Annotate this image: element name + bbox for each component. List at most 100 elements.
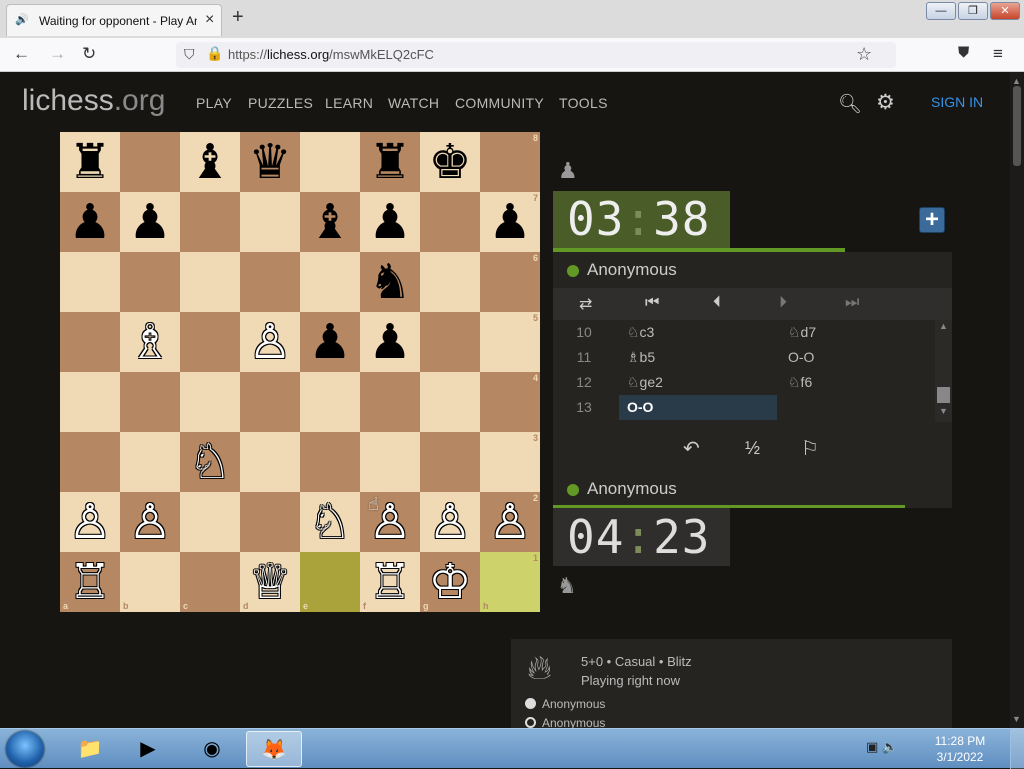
square-h3[interactable]: 3 <box>480 432 540 492</box>
square-f3[interactable] <box>360 432 420 492</box>
menu-play[interactable]: PLAY <box>196 95 232 111</box>
white-piece[interactable]: ♕ <box>240 552 300 612</box>
black-piece[interactable]: ♟ <box>120 192 180 252</box>
black-move[interactable]: O-O <box>778 345 936 370</box>
square-c2[interactable] <box>180 492 240 552</box>
white-piece[interactable]: ♙ <box>480 492 540 552</box>
square-b8[interactable] <box>120 132 180 192</box>
square-e5[interactable]: ♟ <box>300 312 360 372</box>
square-b3[interactable] <box>120 432 180 492</box>
square-f7[interactable]: ♟ <box>360 192 420 252</box>
square-a7[interactable]: ♟ <box>60 192 120 252</box>
firefox-icon[interactable]: 🦊 <box>246 731 302 767</box>
square-g3[interactable] <box>420 432 480 492</box>
square-g5[interactable] <box>420 312 480 372</box>
square-b7[interactable]: ♟ <box>120 192 180 252</box>
square-g6[interactable] <box>420 252 480 312</box>
square-e7[interactable]: ♝ <box>300 192 360 252</box>
white-piece[interactable]: ♖ <box>60 552 120 612</box>
search-icon[interactable]: 🔍︎ <box>838 92 862 116</box>
next-move-icon[interactable]: ⏵ <box>779 294 787 312</box>
system-clock[interactable]: 11:28 PM 3/1/2022 <box>930 733 990 765</box>
black-move[interactable]: ♘f6 <box>778 370 936 395</box>
takeback-icon[interactable]: ↶ <box>683 436 700 461</box>
square-b1[interactable]: b <box>120 552 180 612</box>
black-piece[interactable]: ♝ <box>180 132 240 192</box>
minimize-button[interactable]: — <box>926 2 956 20</box>
address-bar[interactable]: ⛉ 🔒 https://lichess.org/mswMkELQ2cFC ☆ <box>176 42 896 68</box>
white-piece[interactable]: ♔ <box>420 552 480 612</box>
black-piece[interactable]: ♛ <box>240 132 300 192</box>
black-piece[interactable]: ♜ <box>60 132 120 192</box>
black-piece[interactable]: ♞ <box>360 252 420 312</box>
square-d3[interactable] <box>240 432 300 492</box>
scroll-down-icon[interactable]: ▼ <box>939 406 948 416</box>
square-a2[interactable]: ♙ <box>60 492 120 552</box>
black-piece[interactable]: ♟ <box>360 312 420 372</box>
menu-community[interactable]: COMMUNITY <box>455 95 544 111</box>
square-a3[interactable] <box>60 432 120 492</box>
square-a8[interactable]: ♜ <box>60 132 120 192</box>
square-b5[interactable]: ♗ <box>120 312 180 372</box>
square-d4[interactable] <box>240 372 300 432</box>
scroll-thumb[interactable] <box>1013 86 1021 166</box>
media-player-icon[interactable]: ▶ <box>120 731 176 767</box>
top-player-name[interactable]: Anonymous <box>587 260 677 280</box>
volume-icon[interactable]: 🔈 <box>882 739 898 754</box>
square-d5[interactable]: ♙ <box>240 312 300 372</box>
bookmark-star-icon[interactable]: ☆ <box>856 44 872 65</box>
white-piece[interactable]: ♘ <box>180 432 240 492</box>
black-piece[interactable]: ♜ <box>360 132 420 192</box>
square-h2[interactable]: 2 ♙ <box>480 492 540 552</box>
chrome-icon[interactable]: ◉ <box>184 731 240 767</box>
black-piece[interactable]: ♟ <box>360 192 420 252</box>
square-d6[interactable] <box>240 252 300 312</box>
black-piece[interactable]: ♟ <box>480 192 540 252</box>
scroll-up-icon[interactable]: ▲ <box>939 321 948 331</box>
maximize-button[interactable]: ❐ <box>958 2 988 20</box>
gear-icon[interactable]: ⚙ <box>876 90 895 115</box>
show-desktop-button[interactable] <box>1010 729 1024 769</box>
reload-icon[interactable]: ↻ <box>82 44 96 64</box>
square-a1[interactable]: a ♖ <box>60 552 120 612</box>
last-move-icon[interactable]: ⏭ <box>845 294 859 312</box>
square-e1[interactable]: e <box>300 552 360 612</box>
menu-puzzles[interactable]: PUZZLES <box>248 95 313 111</box>
menu-watch[interactable]: WATCH <box>388 95 439 111</box>
square-h4[interactable]: 4 <box>480 372 540 432</box>
black-piece[interactable]: ♟ <box>60 192 120 252</box>
square-c1[interactable]: c <box>180 552 240 612</box>
square-c3[interactable]: ♘ <box>180 432 240 492</box>
square-a6[interactable] <box>60 252 120 312</box>
square-e2[interactable]: ♘ <box>300 492 360 552</box>
square-g4[interactable] <box>420 372 480 432</box>
square-c7[interactable] <box>180 192 240 252</box>
flip-board-icon[interactable]: ⇄ <box>579 294 592 314</box>
pocket-icon[interactable]: ⛊ <box>958 44 969 61</box>
square-h8[interactable]: 8 <box>480 132 540 192</box>
white-piece[interactable]: ♗ <box>120 312 180 372</box>
square-f1[interactable]: f ♖ <box>360 552 420 612</box>
square-h5[interactable]: 5 <box>480 312 540 372</box>
explorer-icon[interactable]: 📁 <box>62 731 118 767</box>
offer-draw-button[interactable]: ½ <box>745 438 760 459</box>
square-h6[interactable]: 6 <box>480 252 540 312</box>
square-a5[interactable] <box>60 312 120 372</box>
white-piece[interactable]: ♖ <box>360 552 420 612</box>
network-icon[interactable]: ▣ <box>866 739 878 754</box>
site-logo[interactable]: lichess.org <box>22 84 165 118</box>
speaker-icon[interactable]: 🔊 <box>15 13 29 26</box>
previous-move-icon[interactable]: ⏴ <box>713 294 721 312</box>
square-d2[interactable] <box>240 492 300 552</box>
first-move-icon[interactable]: ⏮ <box>645 294 659 312</box>
white-piece[interactable]: ♙ <box>120 492 180 552</box>
square-c8[interactable]: ♝ <box>180 132 240 192</box>
menu-icon[interactable]: ≡ <box>993 44 1003 64</box>
square-d1[interactable]: d ♕ <box>240 552 300 612</box>
white-move[interactable]: ♗b5 <box>619 345 777 370</box>
square-g2[interactable]: ♙ <box>420 492 480 552</box>
square-f6[interactable]: ♞ <box>360 252 420 312</box>
square-b6[interactable] <box>120 252 180 312</box>
square-e3[interactable] <box>300 432 360 492</box>
white-move[interactable]: ♘ge2 <box>619 370 777 395</box>
